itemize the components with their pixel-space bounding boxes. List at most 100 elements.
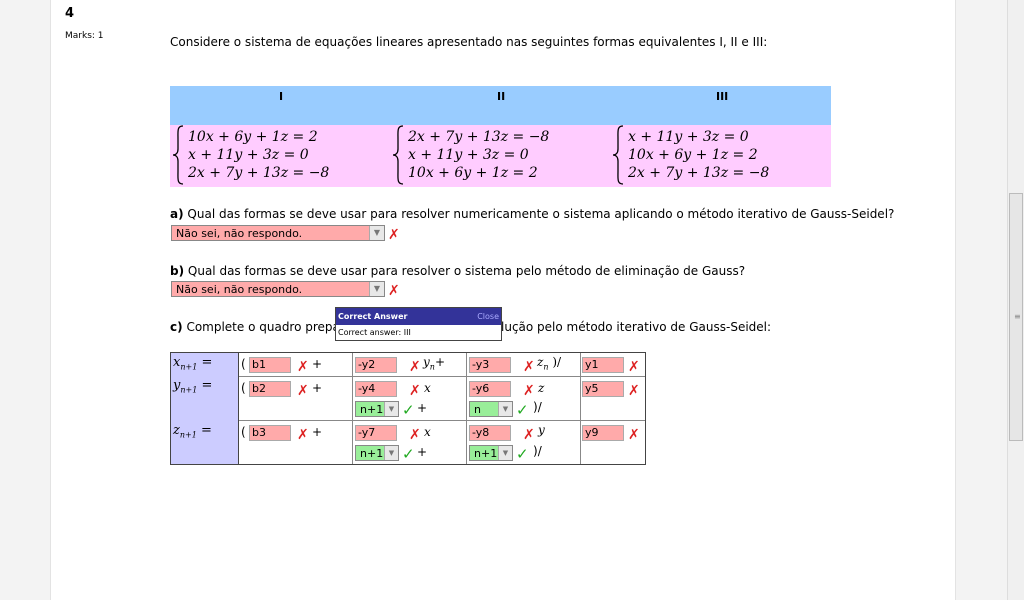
select-value: n [474,403,481,416]
paren-open: ( [241,357,246,371]
grid-divider [466,353,467,464]
popup-close-button[interactable]: Close [477,312,499,321]
input-b2[interactable]: b2 [249,381,291,397]
input-y8[interactable]: -y8 [469,425,511,441]
var-y: y [538,423,545,437]
paren-slash: )/ [533,444,542,458]
brace-icon [612,125,624,185]
input-b3[interactable]: b3 [249,425,291,441]
chevron-down-icon[interactable]: ▼ [369,282,384,296]
popup-titlebar: Correct Answer Close [336,308,501,325]
cross-icon: ✗ [628,359,640,375]
input-b1[interactable]: b1 [249,357,291,373]
check-icon: ✓ [516,401,529,419]
cross-icon: ✗ [297,383,309,399]
chevron-down-icon[interactable]: ▼ [384,402,398,416]
input-y2[interactable]: -y2 [355,357,397,373]
part-b-selected: Não sei, não respondo. [176,283,303,296]
gauss-seidel-grid: xn+1 = yn+1 = zn+1 = ( b1 ✗ + -y2 ✗ yn+ … [170,352,646,465]
input-y1[interactable]: y1 [582,357,624,373]
select-value: n+1 [360,447,384,460]
cross-icon: ✗ [628,427,640,443]
part-a-question: a) Qual das formas se deve usar para res… [170,207,894,221]
vertical-scrollbar[interactable]: ≡ [1007,0,1024,600]
chevron-down-icon[interactable]: ▼ [498,402,512,416]
popup-body: Correct answer: III [338,328,411,337]
input-y4[interactable]: -y4 [355,381,397,397]
grid-divider [239,420,645,421]
check-icon: ✓ [402,401,415,419]
part-a-select[interactable]: Não sei, não respondo. ▼ [171,225,385,241]
cross-icon: ✗ [523,383,535,399]
cross-icon: ✗ [523,427,535,443]
question-text: Considere o sistema de equações lineares… [170,35,768,49]
part-b-select[interactable]: Não sei, não respondo. ▼ [171,281,385,297]
cross-icon: ✗ [628,383,640,399]
part-c-label: c) [170,320,183,334]
equation: x + 11y + 3z = 0 [408,147,529,163]
system-i: 10x + 6y + 1z = 2 x + 11y + 3z = 0 2x + … [172,125,329,185]
cross-icon: ✗ [409,359,421,375]
lhs-y: yn+1 = [173,378,213,395]
cross-icon: ✗ [297,427,309,443]
part-c-text-after: lução pelo método iterativo de Gauss-Sei… [501,320,772,334]
question-number: 4 [65,6,75,21]
cross-icon: ✗ [409,427,421,443]
chevron-down-icon[interactable]: ▼ [498,446,512,460]
equation: 2x + 7y + 13z = −8 [628,165,770,181]
grip-icon: ≡ [1014,312,1021,321]
grid-divider [352,353,353,464]
equation: 10x + 6y + 1z = 2 [188,129,318,145]
chevron-down-icon[interactable]: ▼ [369,226,384,240]
question-marks: Marks: 1 [65,31,104,41]
part-a-selected: Não sei, não respondo. [176,227,303,240]
select-exponent[interactable]: n+1 ▼ [355,445,399,461]
part-b-label: b) [170,264,185,278]
popup-title: Correct Answer [338,312,408,321]
input-y3[interactable]: -y3 [469,357,511,373]
form-header-iii: III [716,90,729,103]
var-zn: zn )/ [537,355,562,372]
chevron-down-icon[interactable]: ▼ [384,446,398,460]
var-z: z [538,381,545,395]
cross-icon: ✗ [523,359,535,375]
select-exponent[interactable]: n+1 ▼ [469,445,513,461]
select-exponent[interactable]: n+1 ▼ [355,401,399,417]
forms-header: I II III [170,86,831,125]
part-a-label: a) [170,207,184,221]
input-y7[interactable]: -y7 [355,425,397,441]
input-y6[interactable]: -y6 [469,381,511,397]
paren-slash: )/ [533,400,542,414]
form-header-i: I [279,90,284,103]
brace-icon [172,125,184,185]
plus-sign: + [312,425,323,439]
grid-lhs-column: xn+1 = yn+1 = zn+1 = [171,353,239,464]
cross-icon: ✗ [388,283,400,299]
select-value: n+1 [360,403,384,416]
paren-open: ( [241,425,246,439]
equation: 10x + 6y + 1z = 2 [628,147,758,163]
equation: 10x + 6y + 1z = 2 [408,165,538,181]
plus-sign: + [417,401,428,415]
form-header-ii: II [497,90,506,103]
input-y9[interactable]: y9 [582,425,624,441]
part-c-text-before: Complete o quadro prepara [186,320,353,334]
var-x: x [424,381,431,395]
system-ii: 2x + 7y + 13z = −8 x + 11y + 3z = 0 10x … [392,125,549,185]
cross-icon: ✗ [388,227,400,243]
check-icon: ✓ [402,445,415,463]
part-b-question: b) Qual das formas se deve usar para res… [170,264,745,278]
brace-icon [392,125,404,185]
var-yn: yn+ [423,355,445,372]
cross-icon: ✗ [409,383,421,399]
part-a-text: Qual das formas se deve usar para resolv… [187,207,895,221]
forms-table: I II III 10x + 6y + 1z = 2 x + 11y + 3z … [170,86,831,187]
system-iii: x + 11y + 3z = 0 10x + 6y + 1z = 2 2x + … [612,125,770,185]
select-value: n+1 [474,447,498,460]
scrollbar-thumb[interactable]: ≡ [1009,193,1023,441]
plus-sign: + [312,357,323,371]
select-exponent[interactable]: n ▼ [469,401,513,417]
input-y5[interactable]: y5 [582,381,624,397]
lhs-z: zn+1 = [173,423,212,440]
lhs-x: xn+1 = [173,355,213,372]
